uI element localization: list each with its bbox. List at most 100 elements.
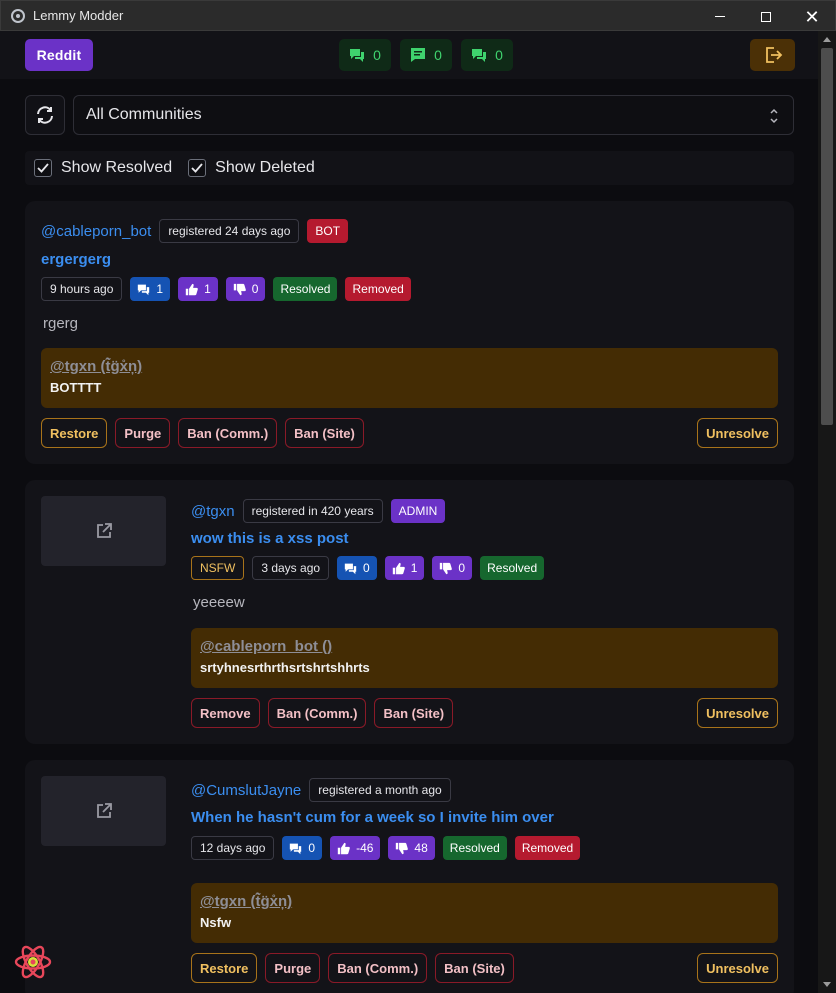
post-body-text: rgerg	[43, 315, 79, 332]
thumbs-down-icon	[233, 283, 246, 295]
comments-badge: 1	[130, 277, 171, 301]
thumbs-up-icon	[392, 562, 405, 574]
restore-button[interactable]: Restore	[41, 418, 108, 448]
unresolve-button[interactable]: Unresolve	[697, 953, 778, 983]
close-window-button[interactable]: ✕	[789, 1, 835, 32]
action-buttons: Remove Ban (Comm.) Ban (Site)	[191, 698, 454, 728]
reddit-button[interactable]: Reddit	[25, 39, 93, 71]
post-age: 12 days ago	[191, 836, 275, 860]
upvotes-badge: 1	[178, 277, 218, 301]
action-buttons: Restore Purge Ban (Comm.) Ban (Site)	[41, 418, 364, 448]
downvotes-count: 0	[458, 561, 466, 575]
show-resolved-label: Show Resolved	[61, 159, 173, 176]
restore-button[interactable]: Restore	[191, 953, 258, 983]
role-badge: BOT	[307, 219, 349, 243]
community-select[interactable]: All Communities	[73, 95, 794, 135]
status-badge-resolved: Resolved	[273, 277, 338, 301]
scroll-down-arrow-icon[interactable]	[823, 982, 831, 987]
logout-button[interactable]	[750, 39, 795, 71]
purge-button[interactable]: Purge	[265, 953, 321, 983]
ban-community-button[interactable]: Ban (Comm.)	[178, 418, 278, 448]
downvotes-badge: 0	[432, 556, 473, 580]
downvotes-badge: 48	[388, 836, 435, 860]
post-meta: NSFW 3 days ago 0 1 0 Resolved	[191, 556, 545, 580]
scroll-up-arrow-icon[interactable]	[823, 37, 831, 42]
show-deleted-checkbox[interactable]	[188, 159, 207, 177]
minimize-button[interactable]	[697, 1, 743, 32]
post-age: 9 hours ago	[41, 277, 123, 301]
external-link-icon	[96, 803, 112, 818]
upvotes-count: 1	[204, 282, 211, 296]
checkmark-icon	[191, 163, 203, 173]
user-link[interactable]: @CumslutJayne	[191, 782, 301, 799]
show-resolved-toggle[interactable]: Show Resolved	[34, 159, 172, 177]
report-reason-box: @cableporn_bot () srtyhnesrthrthsrtshrts…	[191, 628, 778, 688]
refresh-icon	[37, 106, 53, 124]
post-title-line: wow this is a xss post	[191, 530, 349, 547]
window-controls: ✕	[697, 1, 835, 32]
comment-reports-count[interactable]: 0	[339, 39, 391, 71]
ban-site-button[interactable]: Ban (Site)	[285, 418, 364, 448]
downvotes-count: 48	[414, 841, 428, 855]
report-header: @tgxn registered in 420 years ADMIN	[191, 499, 446, 523]
user-link[interactable]: @tgxn	[191, 503, 235, 520]
minimize-icon	[715, 16, 725, 17]
report-card: @tgxn registered in 420 years ADMIN wow …	[25, 480, 794, 744]
comments-icon	[344, 563, 357, 574]
post-body: rgerg	[43, 315, 78, 332]
reporter-link[interactable]: @tgxn (t̃̀g̈x̊n̦)	[50, 358, 769, 375]
post-reports-count[interactable]: 0	[461, 39, 513, 71]
maximize-button[interactable]	[743, 1, 789, 32]
role-badge: ADMIN	[390, 499, 446, 523]
post-title-link[interactable]: ergergerg	[41, 251, 111, 268]
registered-badge: registered 24 days ago	[159, 219, 300, 243]
user-link[interactable]: @cableporn_bot	[41, 223, 151, 240]
report-reason-box: @tgxn (t̃̀g̈x̊n̦) Nsfw	[191, 883, 778, 943]
comments-icon	[138, 284, 150, 295]
checkmark-icon	[37, 163, 49, 173]
refresh-button[interactable]	[25, 95, 65, 135]
report-reason: srtyhnesrthrthsrtshrtshhrts	[200, 660, 370, 675]
post-thumbnail[interactable]	[41, 776, 166, 846]
report-reason: Nsfw	[200, 915, 232, 930]
remove-button[interactable]: Remove	[191, 698, 260, 728]
unresolve-button[interactable]: Unresolve	[697, 418, 778, 448]
post-title-link[interactable]: wow this is a xss post	[191, 530, 349, 547]
chevron-updown-icon	[770, 108, 778, 124]
comments-count: 0	[308, 841, 316, 855]
post-meta: 9 hours ago 1 1 0 Resolved Removed	[41, 277, 411, 301]
scrollbar-thumb[interactable]	[821, 48, 833, 425]
report-reason: BOTTTT	[50, 380, 102, 395]
react-devtools-icon[interactable]	[13, 942, 53, 982]
message-icon	[411, 48, 426, 62]
status-badge-resolved: Resolved	[442, 836, 507, 860]
show-deleted-toggle[interactable]: Show Deleted	[188, 159, 315, 177]
ban-community-button[interactable]: Ban (Comm.)	[267, 698, 367, 728]
purge-button[interactable]: Purge	[115, 418, 171, 448]
message-reports-count[interactable]: 0	[400, 39, 452, 71]
downvotes-count: 0	[251, 282, 259, 296]
count-value: 0	[373, 47, 381, 63]
ban-site-button[interactable]: Ban (Site)	[374, 698, 454, 728]
downvotes-badge: 0	[225, 277, 266, 301]
report-reason-box: @tgxn (t̃̀g̈x̊n̦) BOTTTT	[41, 348, 778, 408]
reporter-link[interactable]: @cableporn_bot ()	[200, 638, 769, 655]
post-title-link[interactable]: When he hasn't cum for a week so I invit…	[191, 809, 554, 826]
ban-community-button[interactable]: Ban (Comm.)	[328, 953, 428, 983]
ban-site-button[interactable]: Ban (Site)	[435, 953, 514, 983]
count-pills: 0 0 0	[339, 39, 513, 71]
scrollbar[interactable]	[818, 31, 836, 993]
thumbs-up-icon	[337, 842, 350, 854]
reporter-link[interactable]: @tgxn (t̃̀g̈x̊n̦)	[200, 893, 769, 910]
post-thumbnail[interactable]	[41, 496, 166, 566]
post-body-text: yeeeew	[193, 594, 245, 611]
show-resolved-checkbox[interactable]	[34, 159, 52, 177]
comments-icon	[350, 49, 365, 62]
show-deleted-label: Show Deleted	[215, 159, 315, 176]
count-value: 0	[434, 47, 442, 63]
logout-icon	[765, 47, 782, 63]
thumbs-down-icon	[440, 562, 453, 574]
unresolve-button[interactable]: Unresolve	[697, 698, 778, 728]
post-title-line: ergergerg	[41, 251, 111, 268]
upvotes-count: -46	[356, 841, 374, 855]
